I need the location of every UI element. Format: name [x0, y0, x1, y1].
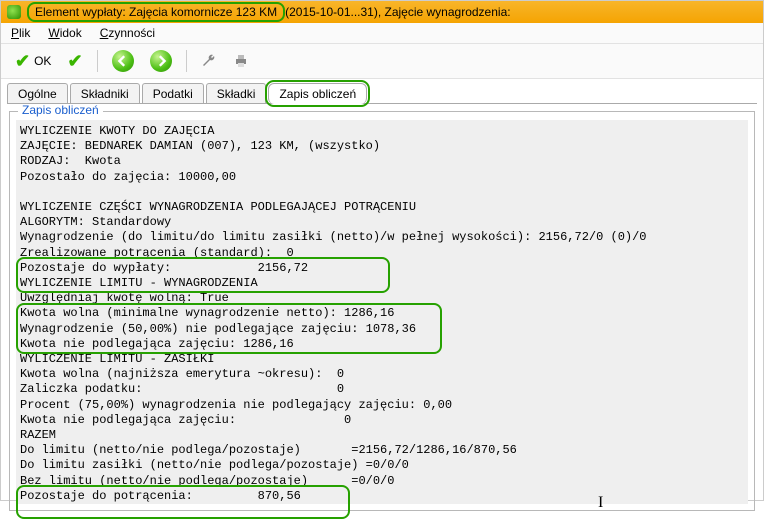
wrench-icon	[201, 53, 217, 69]
ok-button[interactable]: ✔ OK	[9, 48, 57, 75]
separator	[186, 50, 187, 72]
tab-underline	[7, 103, 757, 104]
printer-icon	[233, 53, 249, 69]
fieldset-legend: Zapis obliczeń	[18, 103, 103, 117]
title-rest: (2015-10-01...31), Zajęcie wynagrodzenia…	[285, 5, 510, 19]
log-fieldset: Zapis obliczeń WYLICZENIE KWOTY DO ZAJĘC…	[9, 111, 755, 511]
arrow-right-icon	[150, 50, 172, 72]
check-icon: ✔	[67, 51, 82, 72]
tab-log[interactable]: Zapis obliczeń	[268, 83, 367, 104]
check-icon: ✔	[15, 51, 30, 72]
tab-contrib[interactable]: Składki	[206, 83, 267, 104]
tab-general[interactable]: Ogólne	[7, 83, 68, 104]
title-highlight: Element wypłaty: Zajęcia komornicze 123 …	[27, 2, 285, 22]
title-bar: Element wypłaty: Zajęcia komornicze 123 …	[1, 1, 763, 23]
arrow-left-icon	[112, 50, 134, 72]
toolbar: ✔ OK ✔	[1, 44, 763, 79]
print-button[interactable]	[227, 50, 255, 72]
tools-button[interactable]	[195, 50, 223, 72]
menu-actions[interactable]: Czynności	[100, 26, 155, 40]
confirm-check-button[interactable]: ✔	[61, 48, 88, 75]
text-cursor-icon: I	[598, 494, 603, 512]
tab-taxes[interactable]: Podatki	[142, 83, 204, 104]
log-textarea[interactable]: WYLICZENIE KWOTY DO ZAJĘCIA ZAJĘCIE: BED…	[16, 120, 748, 504]
nav-forward-button[interactable]	[144, 47, 178, 75]
nav-back-button[interactable]	[106, 47, 140, 75]
tab-components[interactable]: Składniki	[70, 83, 140, 104]
separator	[97, 50, 98, 72]
ok-label: OK	[34, 54, 51, 68]
menu-file[interactable]: Plik	[11, 26, 30, 40]
menu-bar: Plik Widok Czynności	[1, 23, 763, 44]
app-icon	[7, 5, 21, 19]
tab-bar: Ogólne Składniki Podatki Składki Zapis o…	[1, 79, 763, 104]
menu-view[interactable]: Widok	[48, 26, 81, 40]
